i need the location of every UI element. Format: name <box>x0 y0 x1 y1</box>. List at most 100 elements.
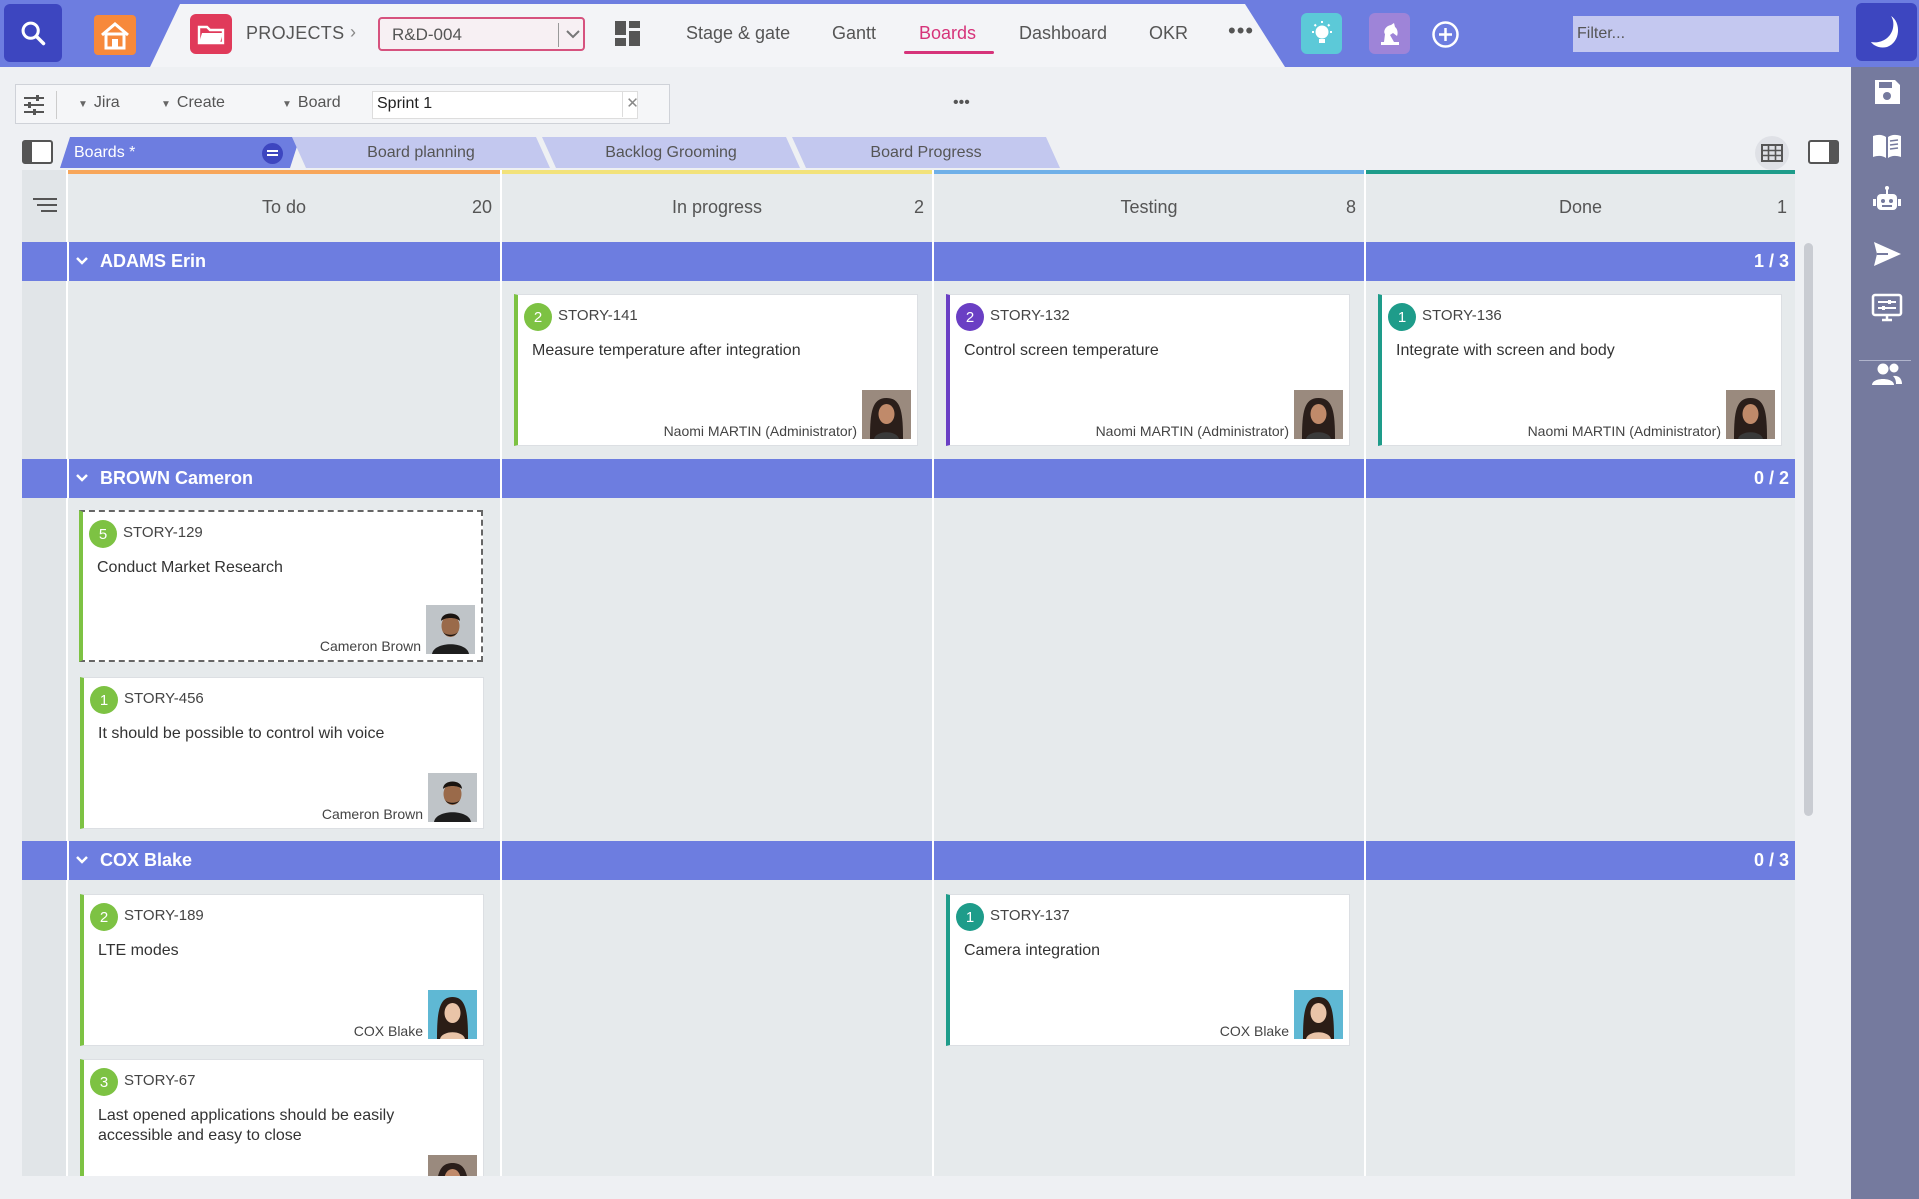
chevron-down-icon[interactable] <box>74 853 90 867</box>
column-count: 1 <box>1776 197 1787 217</box>
view-tab-backlog-grooming[interactable]: Backlog Grooming <box>542 137 800 168</box>
rows-menu-icon[interactable] <box>32 196 58 214</box>
view-tab-board-progress[interactable]: Board Progress <box>792 137 1060 168</box>
avatar-female-dark-icon <box>1294 390 1343 439</box>
filter-input[interactable] <box>1573 16 1839 52</box>
story-card[interactable]: 3 STORY-67 Last opened applications shou… <box>80 1059 484 1176</box>
column-color-strip <box>1366 170 1795 174</box>
tab-boards[interactable]: Boards <box>919 23 976 44</box>
vertical-scrollbar[interactable] <box>1804 243 1813 816</box>
avatar <box>428 990 477 1039</box>
search-button[interactable] <box>4 4 62 62</box>
story-title: Last opened applications should be easil… <box>98 1107 395 1144</box>
story-title: Integrate with screen and body <box>1396 342 1615 359</box>
sprint-field[interactable]: ••• <box>372 91 970 119</box>
tab-gantt[interactable]: Gantt <box>832 23 876 44</box>
lane-separator <box>67 242 69 281</box>
story-key[interactable]: STORY-137 <box>990 907 1070 924</box>
project-select[interactable]: R&D-004 <box>378 17 585 51</box>
view-tab-board-planning[interactable]: Board planning <box>292 137 550 168</box>
column-header-todo: To do 20 <box>68 170 500 242</box>
lane-separator <box>67 841 69 880</box>
column-header-testing: Testing 8 <box>934 170 1364 242</box>
right-sidebar <box>1851 67 1919 1199</box>
caret-down-icon: ▼ <box>282 99 292 110</box>
story-key[interactable]: STORY-136 <box>1422 307 1502 324</box>
story-card[interactable]: 1 STORY-136 Integrate with screen and bo… <box>1378 294 1782 446</box>
column-count: 2 <box>913 197 924 217</box>
bot-button[interactable] <box>1871 184 1903 216</box>
table-grid-icon <box>1761 144 1783 162</box>
swimlane-brown-cameron[interactable]: BROWN Cameron 0 / 2 <box>22 459 1795 498</box>
sprint-browse-button[interactable]: ••• <box>953 94 970 112</box>
tab-okr[interactable]: OKR <box>1149 23 1188 44</box>
home-button[interactable] <box>94 15 136 55</box>
avatar <box>1294 990 1343 1039</box>
story-card[interactable]: 2 STORY-141 Measure temperature after in… <box>514 294 918 446</box>
lane-separator <box>67 459 69 498</box>
story-title: It should be possible to control wih voi… <box>98 725 385 742</box>
jira-menu[interactable]: ▼ Jira <box>78 94 120 112</box>
swimlane-cox-blake[interactable]: COX Blake 0 / 3 <box>22 841 1795 880</box>
story-key[interactable]: STORY-132 <box>990 307 1070 324</box>
home-icon <box>101 22 129 50</box>
sprint-input[interactable] <box>377 95 587 113</box>
breadcrumb-chevron-icon: › <box>350 22 356 42</box>
folder-icon <box>197 25 225 45</box>
toolbar-separator <box>56 91 57 119</box>
send-button[interactable] <box>1871 238 1903 270</box>
story-card[interactable]: 5 STORY-129 Conduct Market Research Came… <box>79 510 483 662</box>
board-label: Board <box>297 94 341 111</box>
story-key[interactable]: STORY-456 <box>124 690 204 707</box>
users-button[interactable] <box>1871 358 1903 390</box>
board-menu[interactable]: ▼ Board <box>282 94 341 112</box>
story-points-badge: 5 <box>89 520 117 548</box>
more-tabs-button[interactable]: ••• <box>1228 18 1254 44</box>
tab-stage-gate[interactable]: Stage & gate <box>686 23 790 44</box>
strategy-button[interactable] <box>1369 13 1410 54</box>
story-card[interactable]: 1 STORY-456 It should be possible to con… <box>80 677 484 829</box>
column-count: 20 <box>471 197 492 217</box>
projects-link[interactable]: PROJECTS <box>246 23 344 44</box>
dashboard-layout-icon[interactable] <box>614 20 641 47</box>
add-circle-icon[interactable] <box>1431 20 1460 49</box>
avatar-female-light-icon <box>1294 990 1343 1039</box>
tab-dashboard[interactable]: Dashboard <box>1019 23 1107 44</box>
left-panel-toggle-icon[interactable] <box>22 140 53 164</box>
view-menu-icon[interactable] <box>262 143 283 164</box>
story-assignee: Cameron Brown <box>321 806 423 822</box>
story-points-badge: 1 <box>1388 303 1416 331</box>
caret-down-icon: ▼ <box>78 99 88 110</box>
column-divider <box>1364 170 1366 1176</box>
story-key[interactable]: STORY-189 <box>124 907 204 924</box>
story-card[interactable]: 1 STORY-137 Camera integration COX Blake <box>946 894 1350 1046</box>
sliders-icon[interactable] <box>22 93 46 117</box>
create-menu[interactable]: ▼ Create <box>161 94 225 112</box>
active-tab-indicator <box>904 51 994 54</box>
projects-button[interactable] <box>190 14 232 54</box>
column-name: To do <box>261 197 307 217</box>
chevron-down-icon[interactable] <box>74 254 90 268</box>
story-points-badge: 3 <box>90 1068 118 1096</box>
lane-separator <box>1364 242 1366 281</box>
right-panel-toggle-icon[interactable] <box>1808 140 1839 164</box>
swimlane-adams-erin[interactable]: ADAMS Erin 1 / 3 <box>22 242 1795 281</box>
sprint-clear-button[interactable]: ✕ <box>622 91 642 117</box>
chevron-down-icon[interactable] <box>564 25 582 43</box>
avatar <box>862 390 911 439</box>
story-card[interactable]: 2 STORY-189 LTE modes COX Blake <box>80 894 484 1046</box>
story-key[interactable]: STORY-129 <box>123 524 203 541</box>
ideas-button[interactable] <box>1301 13 1342 54</box>
column-count: 8 <box>1345 197 1356 217</box>
story-key[interactable]: STORY-141 <box>558 307 638 324</box>
story-assignee: Naomi MARTIN (Administrator) <box>1095 423 1289 439</box>
documentation-button[interactable] <box>1871 130 1903 162</box>
save-button[interactable] <box>1871 76 1903 108</box>
story-key[interactable]: STORY-67 <box>124 1072 195 1089</box>
monitor-button[interactable] <box>1871 292 1903 324</box>
chevron-down-icon[interactable] <box>74 471 90 485</box>
grid-view-button[interactable] <box>1755 136 1789 170</box>
app-logo-button[interactable] <box>1856 3 1917 61</box>
story-card[interactable]: 2 STORY-132 Control screen temperature N… <box>946 294 1350 446</box>
row-header-column <box>22 170 68 1176</box>
